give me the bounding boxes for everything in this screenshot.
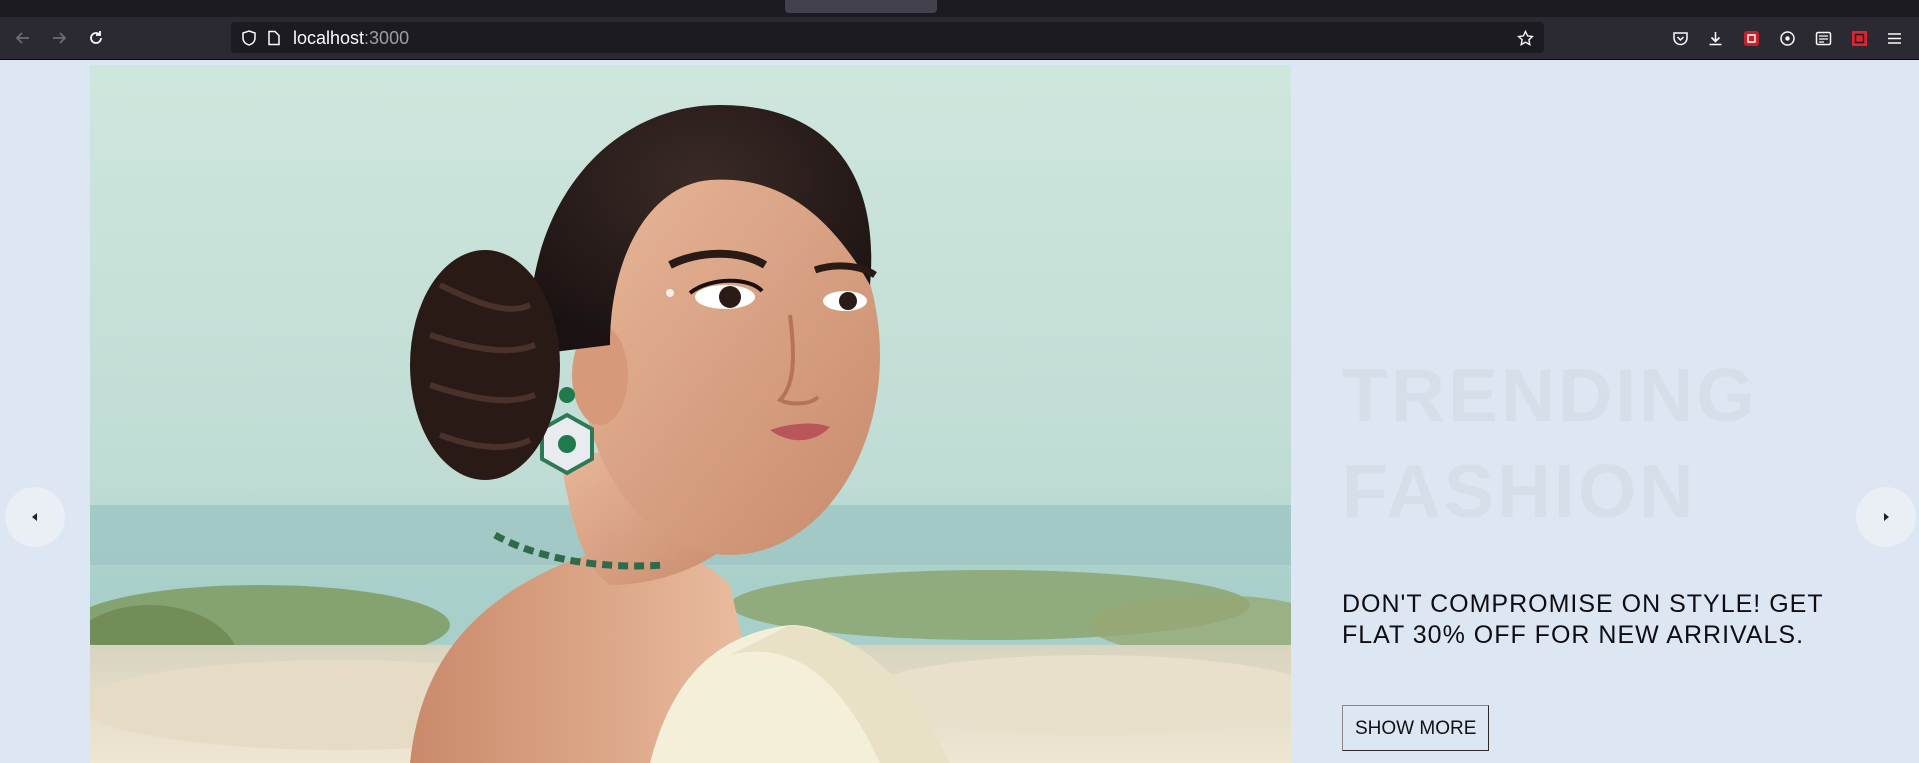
shield-icon[interactable] bbox=[240, 29, 258, 47]
show-more-button[interactable]: SHOW MORE bbox=[1342, 705, 1490, 751]
reload-button[interactable] bbox=[83, 26, 109, 50]
page-icon[interactable] bbox=[265, 29, 283, 47]
forward-arrow-icon bbox=[53, 32, 67, 44]
hero-image bbox=[90, 65, 1291, 763]
browser-toolbar: localhost:3000 bbox=[0, 17, 1919, 60]
active-tab[interactable] bbox=[785, 0, 937, 13]
reader-view-icon[interactable] bbox=[1813, 28, 1833, 48]
arrow-left-icon bbox=[32, 513, 37, 521]
extension-gear-icon[interactable] bbox=[1777, 28, 1797, 48]
extension-red-icon[interactable] bbox=[1741, 28, 1761, 48]
hero-text-block: TRENDING FASHION DON'T COMPROMISE ON STY… bbox=[1342, 347, 1862, 751]
url-port: :3000 bbox=[364, 28, 410, 48]
extension-square-icon[interactable] bbox=[1849, 28, 1869, 48]
back-arrow-icon bbox=[15, 32, 29, 44]
arrow-right-icon bbox=[1884, 513, 1889, 521]
bookmark-star-icon[interactable] bbox=[1516, 29, 1534, 47]
browser-tab-strip bbox=[0, 0, 1919, 17]
url-text[interactable]: localhost:3000 bbox=[293, 29, 409, 47]
hero-title-line-1: TRENDING bbox=[1342, 353, 1758, 437]
download-icon[interactable] bbox=[1705, 28, 1725, 48]
reload-icon bbox=[90, 31, 102, 44]
pocket-icon[interactable] bbox=[1670, 28, 1690, 48]
slider-prev-button[interactable] bbox=[5, 487, 65, 547]
hero-title: TRENDING FASHION bbox=[1342, 347, 1862, 539]
hero-description: DON'T COMPROMISE ON STYLE! GET FLAT 30% … bbox=[1342, 590, 1824, 649]
url-host: localhost bbox=[293, 28, 365, 48]
hero-title-line-2: FASHION bbox=[1342, 449, 1697, 533]
address-bar[interactable]: localhost:3000 bbox=[231, 22, 1544, 53]
back-button[interactable] bbox=[10, 26, 36, 50]
forward-button[interactable] bbox=[46, 26, 72, 50]
menu-hamburger-icon[interactable] bbox=[1884, 28, 1904, 48]
slider-next-button[interactable] bbox=[1856, 487, 1916, 547]
fashion-model-photo bbox=[90, 65, 1291, 763]
